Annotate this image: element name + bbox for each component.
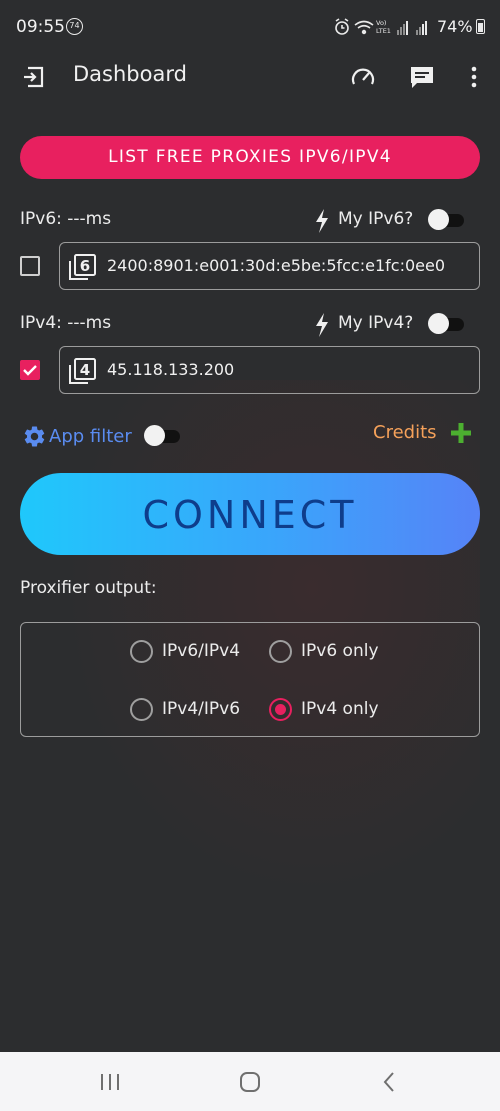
proxifier-output-label: Proxifier output: <box>20 578 157 598</box>
battery-percent: 74% <box>437 17 473 36</box>
system-navigation-bar <box>0 1052 500 1111</box>
speedometer-icon[interactable] <box>350 64 376 90</box>
radio-circle <box>130 698 153 721</box>
home-icon[interactable] <box>238 1070 262 1094</box>
signal-icon-2 <box>416 21 427 35</box>
connect-button[interactable]: CONNECT <box>20 473 480 555</box>
ipv4-badge-icon: 4 <box>69 358 96 384</box>
radio-label: IPv6 only <box>301 641 379 661</box>
toggle-knob <box>428 313 449 334</box>
ipv6-badge-text: 6 <box>80 257 90 275</box>
back-icon[interactable] <box>378 1070 402 1094</box>
radio-circle <box>130 640 153 663</box>
ipv4-address-field[interactable]: 4 45.118.133.200 <box>59 346 480 394</box>
checkmark-icon <box>23 365 37 376</box>
app-filter-toggle[interactable] <box>144 425 182 446</box>
toggle-knob <box>144 425 165 446</box>
proxifier-output-group: IPv6/IPv4 IPv6 only IPv4/IPv6 IPv4 only <box>20 622 480 737</box>
my-ipv4-toggle[interactable] <box>428 313 466 334</box>
volte-icon: Vo) LTE1 <box>376 19 391 35</box>
my-ipv6-label: My IPv6? <box>338 209 414 229</box>
ipv6-latency-label: IPv6: ---ms <box>20 209 112 229</box>
radio-circle <box>269 698 292 721</box>
gear-icon <box>24 426 45 447</box>
radio-label: IPv6/IPv4 <box>162 641 241 661</box>
ipv4-latency-label: IPv4: ---ms <box>20 313 112 333</box>
lightning-icon <box>316 313 328 337</box>
more-vert-icon[interactable] <box>461 64 487 90</box>
ipv6-address-value: 2400:8901:e001:30d:e5be:5fcc:e1fc:0ee0 <box>107 256 445 275</box>
credits-link[interactable]: Credits <box>373 422 437 443</box>
notification-count-badge: 74 <box>66 18 83 35</box>
ipv6-badge-icon: 6 <box>69 254 96 280</box>
alarm-icon <box>335 18 349 35</box>
status-time: 09:55 <box>16 17 65 37</box>
svg-text:Vo): Vo) <box>376 19 386 27</box>
recent-apps-icon[interactable] <box>98 1070 122 1094</box>
my-ipv6-toggle[interactable] <box>428 209 466 230</box>
lightning-icon <box>316 209 328 233</box>
toggle-knob <box>428 209 449 230</box>
ipv6-address-field[interactable]: 6 2400:8901:e001:30d:e5be:5fcc:e1fc:0ee0 <box>59 242 480 290</box>
radio-circle <box>269 640 292 663</box>
app-bar: Dashboard <box>0 52 500 100</box>
plus-icon[interactable] <box>450 422 472 444</box>
wifi-icon <box>354 20 374 35</box>
page-title: Dashboard <box>73 62 187 86</box>
my-ipv4-label: My IPv4? <box>338 313 414 333</box>
signal-icon-1 <box>397 21 408 35</box>
svg-text:LTE1: LTE1 <box>376 27 391 35</box>
ipv6-enable-checkbox[interactable] <box>20 256 40 276</box>
chat-icon[interactable] <box>409 64 435 90</box>
logout-icon[interactable] <box>21 64 47 90</box>
ipv4-badge-text: 4 <box>80 361 90 379</box>
status-icons: Vo) LTE1 <box>335 18 427 35</box>
radio-label: IPv4 only <box>301 699 379 719</box>
app-filter-label: App filter <box>49 426 132 447</box>
status-bar: 09:55 74 Vo) LTE1 74% <box>0 0 500 56</box>
radio-label: IPv4/IPv6 <box>162 699 241 719</box>
ipv4-address-value: 45.118.133.200 <box>107 360 235 379</box>
list-free-proxies-button[interactable]: LIST FREE PROXIES IPV6/IPV4 <box>20 136 480 179</box>
ipv4-enable-checkbox[interactable] <box>20 360 40 380</box>
battery-icon <box>476 19 485 34</box>
